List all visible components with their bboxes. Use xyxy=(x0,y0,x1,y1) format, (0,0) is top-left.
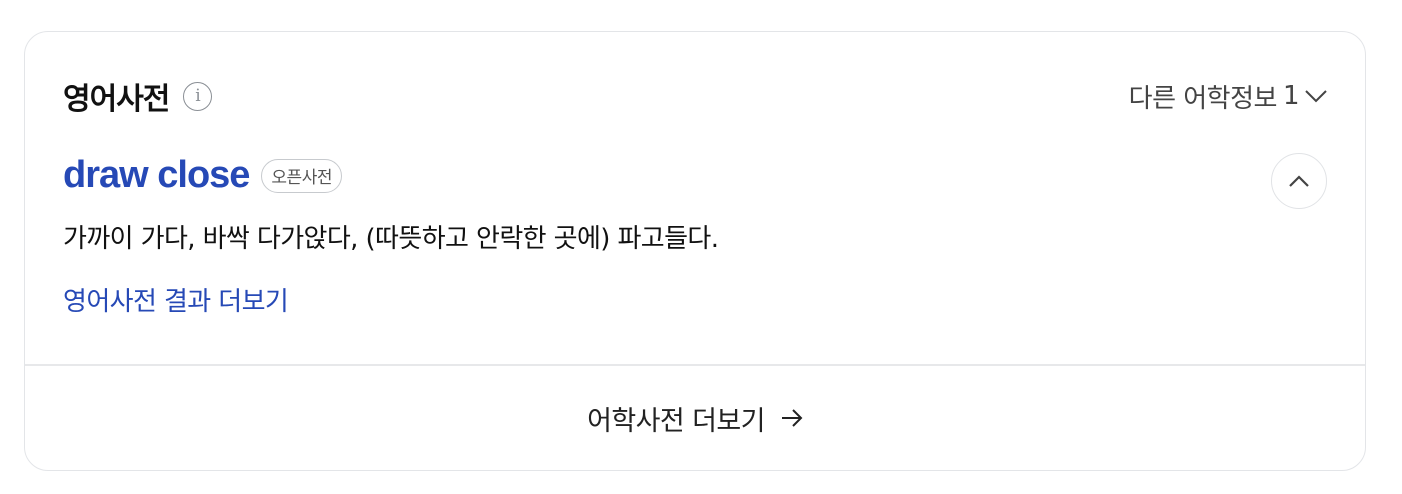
other-info-dropdown[interactable]: 다른 어학정보 1 xyxy=(1129,78,1327,115)
open-dictionary-badge: 오픈사전 xyxy=(261,158,342,193)
dictionary-more-button[interactable]: 어학사전 더보기 xyxy=(25,366,1365,470)
entry-headline: draw close 오픈사전 xyxy=(63,154,342,197)
section-title: 영어사전 xyxy=(63,82,170,117)
other-info-label: 다른 어학정보 xyxy=(1128,83,1278,114)
entry-word-link[interactable]: draw close xyxy=(63,154,250,197)
chevron-down-icon xyxy=(1305,90,1327,103)
dictionary-card: 영어사전 i 다른 어학정보 1 draw close 오픈사전 가까이 가다,… xyxy=(24,31,1366,471)
collapse-button[interactable] xyxy=(1271,153,1327,209)
footer-label: 어학사전 더보기 xyxy=(587,405,765,437)
title-wrap: 영어사전 i xyxy=(63,74,213,118)
english-dictionary-more-link[interactable]: 영어사전 결과 더보기 xyxy=(63,281,289,318)
arrow-right-icon xyxy=(781,409,803,427)
info-icon[interactable]: i xyxy=(183,81,213,111)
card-header: 영어사전 i 다른 어학정보 1 xyxy=(63,74,1327,118)
other-info-count: 1 xyxy=(1282,81,1300,111)
chevron-up-icon xyxy=(1289,175,1309,187)
entry-definition: 가까이 가다, 바싹 다가앉다, (따뜻하고 안락한 곳에) 파고들다. xyxy=(63,224,719,254)
